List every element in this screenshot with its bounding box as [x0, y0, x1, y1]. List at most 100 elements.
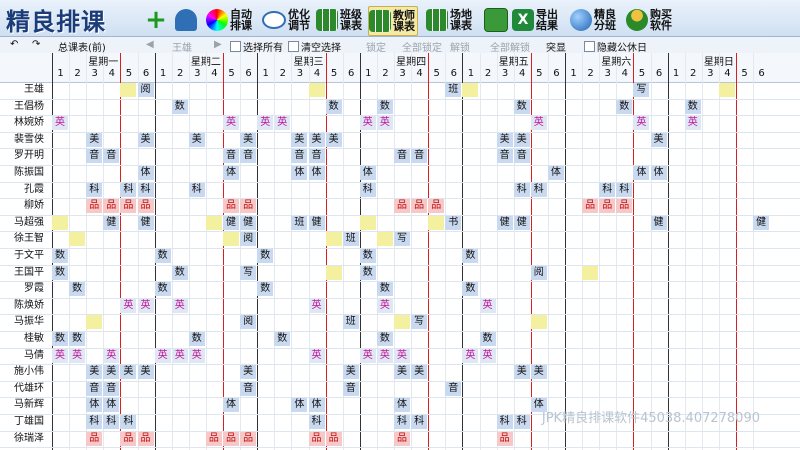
lesson-cell[interactable]: 书	[445, 215, 462, 230]
lesson-cell[interactable]: 品	[599, 199, 616, 214]
teacher-name[interactable]: 陈振国	[0, 165, 48, 181]
lesson-cell[interactable]: 数	[154, 249, 171, 263]
lesson-cell[interactable]: 体	[86, 398, 103, 413]
lesson-cell[interactable]: 数	[376, 99, 393, 114]
lesson-cell[interactable]: 体	[633, 166, 650, 180]
lesson-cell[interactable]: 音	[103, 149, 120, 164]
lesson-cell[interactable]: 美	[120, 365, 137, 380]
teacher-timetable-button[interactable]: 教师课表	[368, 6, 418, 36]
lesson-cell[interactable]: 体	[359, 166, 376, 180]
lesson-cell[interactable]: 科	[188, 182, 205, 197]
lesson-cell[interactable]: 健	[308, 215, 325, 230]
lesson-cell[interactable]: 音	[86, 381, 103, 396]
lesson-cell[interactable]: 美	[188, 132, 205, 147]
lesson-cell[interactable]: 英	[394, 348, 410, 363]
view-select[interactable]: 总课表(前)	[58, 39, 106, 54]
lesson-cell[interactable]: 科	[308, 415, 325, 429]
lesson-cell[interactable]: 健	[223, 215, 239, 230]
lesson-cell[interactable]: 美	[650, 132, 667, 147]
lesson-cell[interactable]: 数	[171, 265, 188, 280]
lesson-cell[interactable]: 英	[274, 116, 291, 131]
class-timetable-button[interactable]: 班级课表	[316, 6, 364, 34]
lesson-cell[interactable]: 英	[103, 348, 120, 363]
lesson-cell[interactable]: 数	[325, 99, 342, 114]
lock-button[interactable]: 锁定	[366, 39, 386, 54]
lesson-cell[interactable]: 科	[359, 182, 376, 197]
lesson-cell[interactable]: 数	[616, 99, 633, 114]
lesson-cell[interactable]: 数	[69, 282, 86, 297]
lesson-cell[interactable]: 健	[650, 215, 667, 230]
lesson-cell[interactable]: 品	[137, 199, 154, 214]
lesson-cell[interactable]: 美	[86, 365, 103, 380]
lesson-cell[interactable]	[359, 215, 376, 230]
save-button[interactable]	[484, 6, 510, 34]
lesson-cell[interactable]: 阅	[137, 83, 154, 97]
lesson-cell[interactable]: 英	[223, 116, 239, 131]
lesson-cell[interactable]	[69, 232, 86, 247]
lesson-cell[interactable]: 体	[223, 166, 239, 180]
lesson-cell[interactable]: 阅	[530, 265, 547, 280]
lesson-cell[interactable]: 品	[86, 431, 103, 446]
lesson-cell[interactable]: 英	[376, 348, 393, 363]
lesson-cell[interactable]: 英	[376, 298, 393, 313]
lesson-cell[interactable]: 班	[445, 83, 462, 97]
highlight-button[interactable]: 突显	[546, 39, 566, 54]
lesson-cell[interactable]: 美	[86, 132, 103, 147]
lesson-cell[interactable]	[205, 215, 222, 230]
buy-button[interactable]: 购买软件	[626, 6, 674, 34]
lesson-cell[interactable]: 英	[308, 348, 325, 363]
lesson-cell[interactable]: 数	[52, 265, 68, 280]
lesson-cell[interactable]: 音	[291, 149, 308, 164]
lesson-cell[interactable]	[120, 83, 137, 97]
lesson-cell[interactable]: 品	[120, 431, 137, 446]
lesson-cell[interactable]: 美	[530, 365, 547, 380]
lesson-cell[interactable]: 体	[137, 166, 154, 180]
lesson-cell[interactable]: 音	[496, 149, 513, 164]
undo-icon[interactable]: ↶	[10, 39, 18, 50]
lesson-cell[interactable]: 美	[137, 132, 154, 147]
room-timetable-button[interactable]: 场地课表	[426, 6, 474, 34]
lesson-cell[interactable]: 英	[479, 348, 496, 363]
teacher-name[interactable]: 代雄环	[0, 381, 48, 397]
lesson-cell[interactable]: 美	[342, 365, 359, 380]
lesson-cell[interactable]	[308, 83, 325, 97]
lesson-cell[interactable]: 体	[308, 398, 325, 413]
lesson-cell[interactable]: 英	[69, 348, 86, 363]
lesson-cell[interactable]: 写	[240, 265, 257, 280]
lesson-cell[interactable]	[86, 315, 103, 330]
lesson-cell[interactable]: 健	[137, 215, 154, 230]
lesson-cell[interactable]: 美	[240, 365, 257, 380]
add-button[interactable]: +	[145, 6, 169, 34]
lesson-cell[interactable]: 数	[376, 332, 393, 346]
lesson-cell[interactable]: 英	[171, 348, 188, 363]
lesson-cell[interactable]: 英	[52, 348, 68, 363]
lesson-cell[interactable]: 品	[223, 431, 239, 446]
lesson-cell[interactable]: 数	[359, 249, 376, 263]
lesson-cell[interactable]: 品	[411, 199, 428, 214]
lesson-cell[interactable]: 品	[582, 199, 599, 214]
teacher-name[interactable]: 丁雄国	[0, 414, 48, 430]
lesson-cell[interactable]: 班	[342, 232, 359, 247]
lesson-cell[interactable]: 英	[171, 298, 188, 313]
lesson-cell[interactable]: 数	[69, 332, 86, 346]
lesson-cell[interactable]: 音	[86, 149, 103, 164]
lesson-cell[interactable]: 品	[496, 431, 513, 446]
lesson-cell[interactable]: 数	[462, 282, 479, 297]
unlock-button[interactable]: 解锁	[450, 39, 470, 54]
lesson-cell[interactable]: 科	[86, 415, 103, 429]
lesson-cell[interactable]: 品	[325, 431, 342, 446]
lesson-cell[interactable]: 美	[496, 132, 513, 147]
lesson-cell[interactable]: 体	[103, 398, 120, 413]
teacher-name[interactable]: 王倡杨	[0, 99, 48, 115]
lesson-cell[interactable]: 品	[103, 199, 120, 214]
prev-icon[interactable]: ◀	[146, 39, 154, 50]
lesson-cell[interactable]: 健	[496, 215, 513, 230]
lesson-cell[interactable]: 体	[394, 398, 410, 413]
lesson-cell[interactable]: 写	[633, 83, 650, 97]
lesson-cell[interactable]: 英	[154, 348, 171, 363]
lesson-cell[interactable]: 美	[240, 132, 257, 147]
lesson-cell[interactable]	[394, 315, 410, 330]
lock-all-button[interactable]: 全部锁定	[402, 39, 442, 54]
auto-schedule-button[interactable]: 自动排课	[206, 6, 254, 34]
teacher-name[interactable]: 徐瑞泽	[0, 431, 48, 447]
